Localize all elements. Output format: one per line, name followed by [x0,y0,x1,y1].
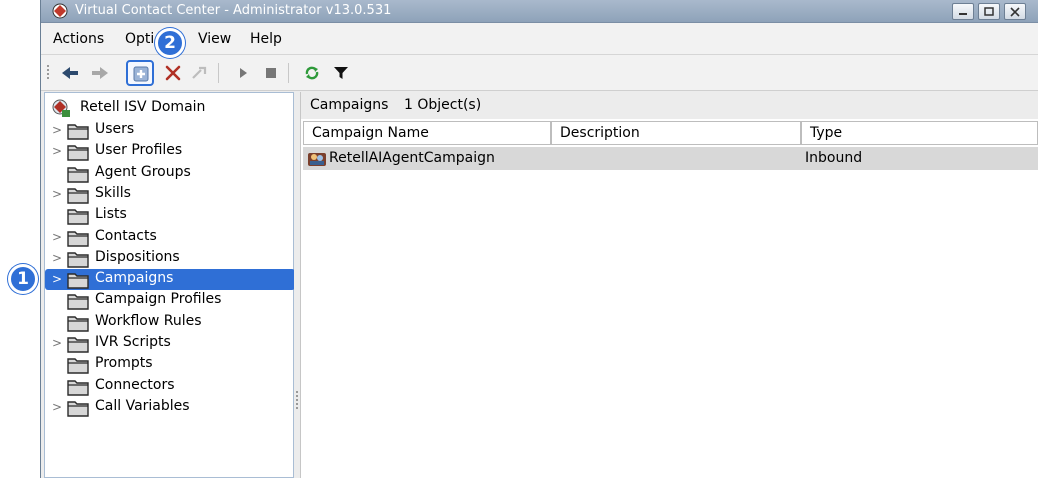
back-arrow-icon[interactable] [59,62,81,84]
tree-item-contacts[interactable]: > Contacts [45,227,295,248]
tree-item-prompts[interactable]: Prompts [45,354,295,375]
tree-item-ivr-scripts[interactable]: > IVR Scripts [45,333,295,354]
app-icon [51,3,69,19]
callout-badge-1: 1 [8,264,38,294]
tree-item-workflow-rules[interactable]: Workflow Rules [45,312,295,333]
toolbar-grip [47,65,49,81]
start-icon[interactable] [232,62,254,84]
tree-item-label: Call Variables [95,397,190,414]
refresh-icon[interactable] [301,62,323,84]
tree-item-users[interactable]: > Users [45,120,295,141]
menu-options[interactable]: Opti [125,31,154,47]
chevron-right-icon[interactable]: > [52,187,62,201]
title-bar: Virtual Contact Center - Administrator v… [41,0,1038,23]
tree-item-label: Dispositions [95,248,180,265]
chevron-right-icon[interactable]: > [52,272,62,286]
tree-item-call-variables[interactable]: > Call Variables [45,397,295,418]
object-count: 1 Object(s) [404,97,482,113]
campaign-name-cell: RetellAIAgentCampaign [329,150,495,166]
menu-actions[interactable]: Actions [53,31,104,47]
stop-icon[interactable] [260,62,282,84]
column-header-type[interactable]: Type [801,121,1038,145]
content-title: Campaigns [310,97,389,113]
tree-item-campaign-profiles[interactable]: Campaign Profiles [45,290,295,311]
tree-item-user-profiles[interactable]: > User Profiles [45,141,295,162]
tree-item-dispositions[interactable]: > Dispositions [45,248,295,269]
tree-item-label: Contacts [95,227,157,244]
toolbar-separator [218,63,219,83]
forward-arrow-icon[interactable] [89,62,111,84]
campaign-type-cell: Inbound [805,150,863,166]
tree-item-label: Lists [95,206,127,223]
tree-item-label: Prompts [95,355,153,372]
tree-item-connectors[interactable]: Connectors [45,376,295,397]
chevron-right-icon[interactable]: > [52,251,62,265]
filter-icon[interactable] [330,62,352,84]
chevron-right-icon[interactable]: > [52,230,62,244]
chevron-right-icon[interactable]: > [52,400,62,414]
tree-item-campaigns[interactable]: > Campaigns [45,269,295,291]
delete-icon[interactable] [162,62,184,84]
tree-item-label: User Profiles [95,142,183,159]
campaign-icon [307,149,327,171]
tree-item-label: Connectors [95,376,175,393]
toolbar-separator [288,63,289,83]
properties-icon[interactable] [189,62,211,84]
tree-item-label: Skills [95,184,131,201]
window-title: Virtual Contact Center - Administrator v… [75,3,392,18]
chevron-right-icon[interactable]: > [52,336,62,350]
close-button[interactable] [1004,3,1026,20]
tree-item-label: IVR Scripts [95,334,171,350]
tree-item-label: Campaign Profiles [95,291,222,308]
domain-icon [51,99,71,122]
column-header-campaign-name[interactable]: Campaign Name [303,121,551,145]
tree-item-label: Agent Groups [95,163,191,180]
maximize-button[interactable] [978,3,1000,20]
table-row[interactable]: RetellAIAgentCampaign Inbound [303,147,1038,170]
tree-item-skills[interactable]: > Skills [45,184,295,205]
tree-item-label: Users [95,121,135,137]
tree-item-label: Campaigns [95,270,174,287]
menu-help[interactable]: Help [250,31,282,47]
menu-view[interactable]: View [198,31,231,47]
minimize-button[interactable] [952,3,974,20]
tree-item-agent-groups[interactable]: Agent Groups [45,163,295,184]
content-pane: Campaigns 1 Object(s) Campaign Name Desc… [300,92,1038,478]
new-item-icon[interactable] [126,60,154,86]
tree-item-lists[interactable]: Lists [45,205,295,226]
app-window: Virtual Contact Center - Administrator v… [40,0,1038,478]
column-header-description[interactable]: Description [551,121,801,145]
chevron-right-icon[interactable]: > [52,144,62,158]
toolbar [41,55,1038,91]
navigation-tree: Retell ISV Domain > Users > User Profiles Ag… [44,92,295,478]
callout-badge-2: 2 [155,28,185,58]
content-header: Campaigns 1 Object(s) [301,92,1038,119]
folder-icon [67,399,89,421]
tree-root-label: Retell ISV Domain [80,99,206,115]
tree-item-label: Workflow Rules [95,312,202,329]
menu-bar: Actions Opti View Help [41,23,1038,55]
chevron-right-icon[interactable]: > [52,123,62,137]
